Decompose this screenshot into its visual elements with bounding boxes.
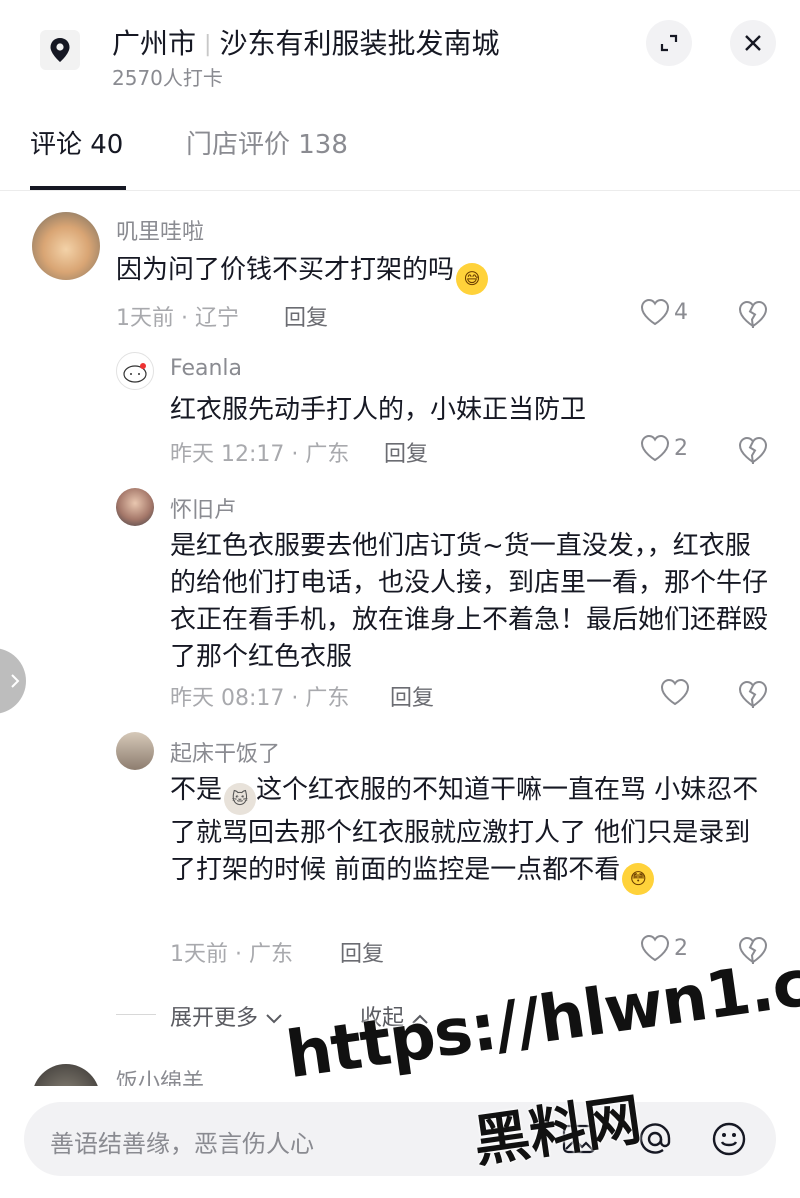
location-pin-icon xyxy=(40,30,80,70)
active-tab-indicator xyxy=(30,186,126,190)
emoji-button[interactable] xyxy=(710,1120,748,1158)
like-button[interactable]: 2 xyxy=(640,934,688,962)
comment-text-prefix: 不是 xyxy=(170,775,223,805)
comment-meta: 1天前 · 辽宁 xyxy=(116,306,239,331)
comment-input-bar: 善语结善缘，恶言伤人心 xyxy=(0,1086,800,1198)
comment-text: 是红色衣服要去他们店订货~货一直没发，，红衣服的给他们打电话，也没人接，到店里一… xyxy=(170,531,769,672)
place-label: 沙东有利服装批发南城 xyxy=(219,27,500,60)
comment-author[interactable]: 怀旧卢 xyxy=(170,492,236,524)
reply-button[interactable]: 回复 xyxy=(390,680,434,712)
like-count: 2 xyxy=(674,935,688,961)
grinning-sweat-emoji-icon: 😅 xyxy=(456,263,489,295)
expand-more-label: 展开更多 xyxy=(170,1006,259,1031)
checkin-count: 2570人打卡 xyxy=(112,66,223,90)
heart-icon xyxy=(640,934,670,962)
flushed-emoji-icon: 😳 xyxy=(622,863,655,895)
tab-comments[interactable]: 评论 40 xyxy=(30,124,123,161)
dislike-button[interactable] xyxy=(738,436,768,468)
expand-button[interactable] xyxy=(646,20,692,66)
comment-text-content: 这个红衣服的不知道干嘛一直在骂 小妹忍不了就骂回去那个红衣服就应激打人了 他们只… xyxy=(170,775,759,885)
avatar[interactable] xyxy=(116,488,154,526)
cat-emoji-icon: 🐱 xyxy=(224,783,257,815)
comment-author[interactable]: 起床干饭了 xyxy=(170,736,280,768)
like-count: 4 xyxy=(674,299,688,325)
smiley-icon xyxy=(712,1122,746,1156)
comment-text: 因为问了价钱不买才打架的吗 😅 xyxy=(116,252,756,295)
broken-heart-icon xyxy=(738,436,768,465)
comment-meta: 1天前 · 广东 xyxy=(170,942,293,967)
comment-author[interactable]: Feanla xyxy=(170,356,242,381)
hello-kitty-icon xyxy=(123,363,147,383)
comment-text: 不是 🐱 这个红衣服的不知道干嘛一直在骂 小妹忍不了就骂回去那个红衣服就应激打人了 … xyxy=(170,772,770,895)
avatar[interactable] xyxy=(32,212,100,280)
avatar[interactable] xyxy=(116,352,154,390)
reply-button[interactable]: 回复 xyxy=(284,300,328,332)
comment-input[interactable]: 善语结善缘，恶言伤人心 xyxy=(24,1102,776,1176)
like-button[interactable]: 2 xyxy=(640,434,688,462)
heart-icon xyxy=(660,678,690,706)
page-title: 广州市 | 沙东有利服装批发南城 xyxy=(112,22,499,62)
comment-author[interactable]: 叽里哇啦 xyxy=(116,214,204,246)
heart-icon xyxy=(640,298,670,326)
comment-text-content: 因为问了价钱不买才打架的吗 xyxy=(116,255,455,285)
like-button[interactable] xyxy=(660,678,690,706)
like-count: 2 xyxy=(674,435,688,461)
tab-bar: 评论 40 门店评价 138 xyxy=(0,118,800,191)
close-icon xyxy=(745,35,761,51)
broken-heart-icon xyxy=(738,300,768,329)
broken-heart-icon xyxy=(738,680,768,709)
expand-divider xyxy=(116,1014,156,1015)
reply-button[interactable]: 回复 xyxy=(384,436,428,468)
like-button[interactable]: 4 xyxy=(640,298,688,326)
avatar[interactable] xyxy=(116,732,154,770)
tab-store-reviews[interactable]: 门店评价 138 xyxy=(186,124,348,161)
expand-icon xyxy=(660,34,678,52)
title-divider: | xyxy=(204,32,212,57)
heart-icon xyxy=(640,434,670,462)
dislike-button[interactable] xyxy=(738,680,768,712)
chevron-down-icon xyxy=(266,1014,282,1024)
expand-more-button[interactable]: 展开更多 xyxy=(170,1000,283,1032)
reply-button[interactable]: 回复 xyxy=(340,936,384,968)
chevron-right-icon xyxy=(11,674,20,688)
comment-input-placeholder: 善语结善缘，恶言伤人心 xyxy=(50,1130,314,1158)
side-panel-handle[interactable] xyxy=(0,648,26,714)
comment-text: 红衣服先动手打人的，小妹正当防卫 xyxy=(170,395,587,425)
city-label: 广州市 xyxy=(112,27,197,60)
comment-meta: 昨天 08:17 · 广东 xyxy=(170,686,350,711)
dislike-button[interactable] xyxy=(738,300,768,332)
header: 广州市 | 沙东有利服装批发南城 2570人打卡 xyxy=(0,0,800,100)
close-button[interactable] xyxy=(730,20,776,66)
comment-meta: 昨天 12:17 · 广东 xyxy=(170,442,350,467)
